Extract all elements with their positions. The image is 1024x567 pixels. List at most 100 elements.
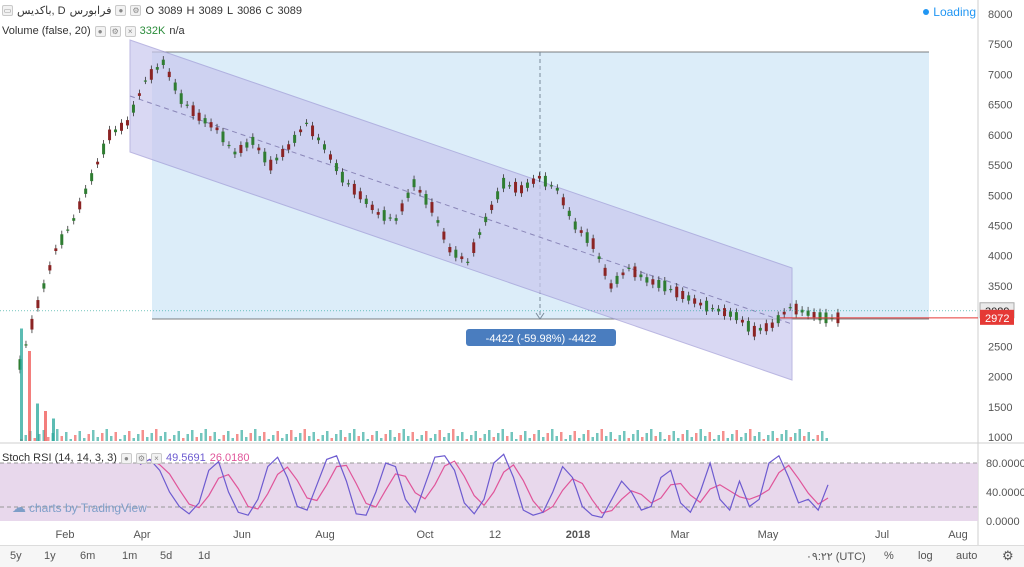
candle-body (257, 147, 261, 151)
volume-bar (366, 439, 369, 441)
volume-spike-bar (28, 351, 31, 441)
x-tick-label: Feb (56, 529, 75, 541)
volume-bar (420, 435, 423, 441)
collapse-legend-icon[interactable]: ▭ (2, 5, 13, 16)
candle-body (705, 300, 709, 312)
volume-bar (335, 434, 338, 441)
timeframe-1y[interactable]: 1y (44, 550, 56, 562)
candle-body (161, 59, 165, 66)
candle-body (424, 193, 428, 205)
volume-bar (56, 429, 59, 441)
volume-bar (794, 433, 797, 441)
volume-bar (114, 432, 117, 441)
volume-bar (537, 430, 540, 441)
tradingview-logo-icon: ☁ (12, 499, 26, 515)
volume-bar (555, 436, 558, 441)
timeframe-1d[interactable]: 1d (198, 550, 210, 562)
volume-bar (398, 433, 401, 441)
candle-body (788, 307, 792, 309)
volume-spike-bar (52, 418, 55, 441)
volume-bar (510, 432, 513, 441)
price-tick-label: 5500 (988, 160, 1012, 172)
candle-body (114, 129, 118, 133)
volume-bar (722, 431, 725, 441)
candle-body (782, 311, 786, 315)
price-tick-label: 1000 (988, 432, 1012, 444)
eye-icon[interactable]: ● (115, 5, 127, 16)
close-icon[interactable]: × (150, 452, 162, 464)
volume-bar (488, 430, 491, 441)
chart-stage[interactable]: 8000 7500 7000 6500 6000 5500 5000 4500 4000 3500… (0, 0, 1024, 567)
stoch-legend: Stoch RSI (14, 14, 3, 3) ● ⚙ × 49.5691 2… (2, 452, 249, 464)
eye-icon[interactable]: ● (94, 25, 106, 37)
settings-small-icon[interactable]: ⚙ (109, 25, 121, 37)
timeframe-5d[interactable]: 5d (160, 550, 172, 562)
candle-body (281, 148, 285, 157)
settings-small-icon[interactable]: ⚙ (135, 452, 147, 464)
volume-bar (695, 433, 698, 441)
price-tick-label: 7500 (988, 39, 1012, 51)
clock-time[interactable]: ۰۹:۲۲ (UTC) (806, 550, 866, 563)
candle-body (334, 163, 338, 172)
timeframe-5y[interactable]: 5y (10, 550, 22, 562)
x-tick-label: Oct (416, 529, 433, 541)
volume-bar (429, 438, 432, 441)
volume-bar (299, 433, 302, 441)
candle-body (54, 248, 58, 252)
price-tick-label: 3500 (988, 281, 1012, 293)
candle-body (639, 274, 643, 278)
volume-bar (753, 436, 756, 441)
candle-body (388, 217, 392, 219)
candle-body (418, 189, 422, 193)
volume-bar (771, 431, 774, 441)
volume-bar (69, 439, 72, 441)
volume-bar (686, 430, 689, 441)
price-tick-label: 8000 (988, 9, 1012, 21)
volume-bar (254, 429, 257, 441)
candle-body (328, 154, 332, 160)
log-toggle[interactable]: log (918, 550, 933, 562)
candle-body (454, 249, 458, 258)
symbol-legend: ▭ باکدیس, D فرابورس ● ⚙ O 3089 H 3089 L … (2, 4, 302, 17)
close-icon[interactable]: × (124, 25, 136, 37)
candle-body (812, 312, 816, 318)
volume-bar (317, 439, 320, 441)
volume-bar (47, 437, 50, 441)
volume-bar (461, 432, 464, 441)
gear-icon[interactable]: ⚙ (1002, 548, 1014, 564)
volume-bar (659, 432, 662, 441)
volume-bar (362, 432, 365, 441)
volume-bar (213, 432, 216, 441)
volume-bar (348, 433, 351, 441)
settings-small-icon[interactable]: ⚙ (130, 5, 142, 16)
ohlc-o-value: 3089 (158, 4, 183, 17)
candle-body (167, 71, 171, 78)
volume-bar (533, 434, 536, 441)
eye-icon[interactable]: ● (120, 452, 132, 464)
candle-body (693, 298, 697, 304)
candle-body (322, 144, 326, 150)
candle-body (615, 275, 619, 284)
volume-spike-bar (36, 403, 39, 441)
candle-body (728, 311, 732, 317)
candle-body (239, 144, 243, 153)
candle-body (102, 143, 106, 155)
ohlc-h-label: H (186, 4, 195, 17)
timeframe-1m[interactable]: 1m (122, 550, 137, 562)
candle-body (579, 230, 583, 233)
volume-bar (240, 430, 243, 441)
candle-body (555, 187, 559, 191)
candle-body (585, 232, 589, 243)
volume-bar (690, 437, 693, 441)
candle-body (370, 204, 374, 211)
volume-bar (407, 436, 410, 441)
stoch-k-value: 49.5691 (165, 452, 206, 464)
candle-body (293, 134, 297, 143)
volume-bar (123, 435, 126, 441)
timeframe-6m[interactable]: 6m (80, 550, 95, 562)
volume-bar (326, 431, 329, 441)
percent-toggle[interactable]: % (884, 550, 894, 562)
tradingview-watermark[interactable]: ☁ charts by TradingView (12, 499, 147, 516)
auto-toggle[interactable]: auto (956, 550, 977, 562)
candle-body (251, 136, 255, 145)
